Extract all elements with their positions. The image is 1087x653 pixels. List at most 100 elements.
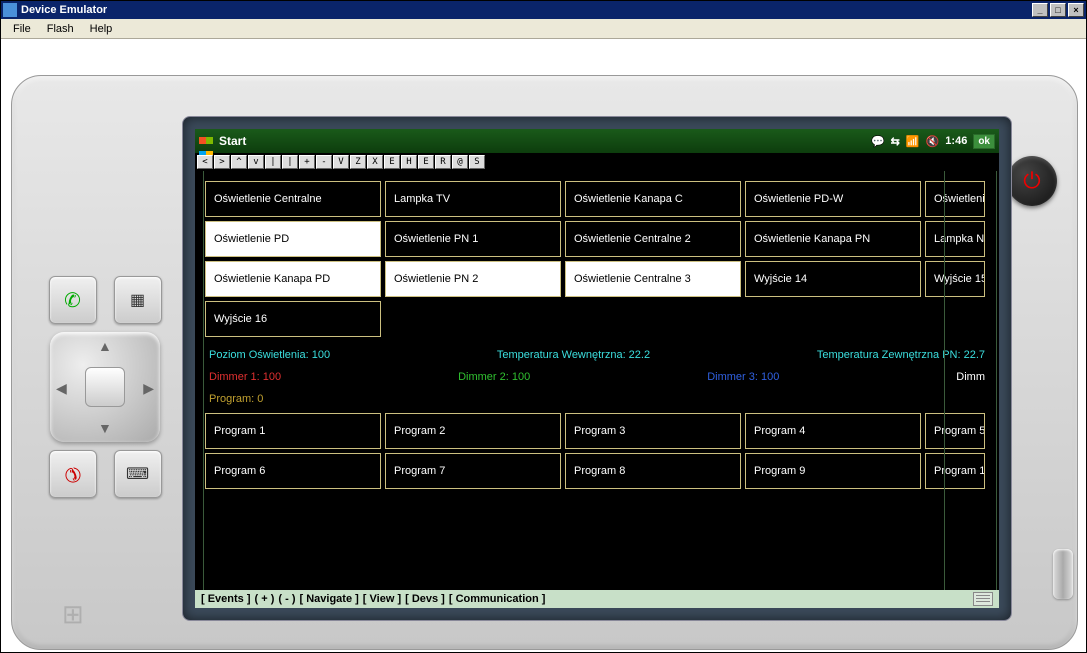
light-cell-4[interactable]: Oświetlenie	[925, 181, 985, 217]
toolbar-btn-12[interactable]: H	[401, 155, 417, 169]
toolbar-btn-13[interactable]: E	[418, 155, 434, 169]
sb-minus[interactable]: ( - )	[278, 593, 295, 605]
program-cell-4[interactable]: Program 5	[925, 413, 985, 449]
keypad-button[interactable]: ⌨	[114, 450, 162, 498]
program-cell-2[interactable]: Program 3	[565, 413, 741, 449]
power-button[interactable]: ⏻	[1007, 156, 1057, 206]
device-body: ✆ ▦ ▲ ▼ ◀ ▶ ✆ ⌨ ⊞ ⏻	[11, 75, 1078, 650]
toolbar-btn-6[interactable]: +	[299, 155, 315, 169]
toolbar-btn-7[interactable]: -	[316, 155, 332, 169]
maximize-button[interactable]: □	[1050, 3, 1066, 17]
toolbar-btn-9[interactable]: Z	[350, 155, 366, 169]
dpad-center[interactable]	[85, 367, 125, 407]
close-button[interactable]: ×	[1068, 3, 1084, 17]
dimmer-4-label: Dimm	[956, 371, 985, 383]
dpad-down-icon[interactable]: ▼	[98, 420, 112, 436]
light-cell-1[interactable]: Lampka TV	[385, 181, 561, 217]
sb-communication[interactable]: [ Communication ]	[449, 593, 546, 605]
toolbar-btn-11[interactable]: E	[384, 155, 400, 169]
dpad[interactable]: ▲ ▼ ◀ ▶	[50, 332, 160, 442]
light-cell-10[interactable]: Oświetlenie Kanapa PD	[205, 261, 381, 297]
sb-devs[interactable]: [ Devs ]	[405, 593, 445, 605]
phone-red-icon: ✆	[58, 459, 88, 489]
dimmer-3-label: Dimmer 3: 100	[707, 371, 779, 383]
device-screen: Start 💬 ⇆ 📶 🔇 1:46 ok <>^v||+-VZXEHER@S	[195, 129, 999, 608]
light-cell-11[interactable]: Oświetlenie PN 2	[385, 261, 561, 297]
chat-icon[interactable]: 💬	[871, 135, 885, 148]
keyboard-icon[interactable]	[973, 592, 993, 606]
sync-icon[interactable]: ⇆	[891, 135, 900, 148]
program-cell-7[interactable]: Program 8	[565, 453, 741, 489]
screen-bezel: Start 💬 ⇆ 📶 🔇 1:46 ok <>^v||+-VZXEHER@S	[182, 116, 1012, 621]
sb-plus[interactable]: ( + )	[255, 593, 275, 605]
dpad-up-icon[interactable]: ▲	[98, 338, 112, 354]
temp-out-label: Temperatura Zewnętrzna PN: 22.7	[817, 349, 985, 361]
program-cell-0[interactable]: Program 1	[205, 413, 381, 449]
dimmer-1-label: Dimmer 1: 100	[209, 371, 281, 383]
program-cell-5[interactable]: Program 6	[205, 453, 381, 489]
lights-grid: Oświetlenie CentralneLampka TVOświetleni…	[205, 181, 989, 337]
app-statusbar: [ Events ] ( + ) ( - ) [ Navigate ] [ Vi…	[195, 590, 999, 608]
minimize-button[interactable]: _	[1032, 3, 1048, 17]
app-toolbar: <>^v||+-VZXEHER@S	[195, 153, 999, 171]
sb-navigate[interactable]: [ Navigate ]	[300, 593, 359, 605]
light-cell-6[interactable]: Oświetlenie PN 1	[385, 221, 561, 257]
program-cell-6[interactable]: Program 7	[385, 453, 561, 489]
light-cell-0[interactable]: Oświetlenie Centralne	[205, 181, 381, 217]
light-cell-8[interactable]: Oświetlenie Kanapa PN	[745, 221, 921, 257]
toolbar-btn-5[interactable]: |	[282, 155, 298, 169]
dpad-right-icon[interactable]: ▶	[143, 380, 154, 397]
side-scroll-wheel[interactable]	[1053, 549, 1073, 599]
client-area: ✆ ▦ ▲ ▼ ◀ ▶ ✆ ⌨ ⊞ ⏻	[1, 39, 1086, 652]
light-cell-3[interactable]: Oświetlenie PD-W	[745, 181, 921, 217]
toolbar-btn-4[interactable]: |	[265, 155, 281, 169]
toolbar-btn-3[interactable]: v	[248, 155, 264, 169]
toolbar-btn-10[interactable]: X	[367, 155, 383, 169]
hardware-controls: ✆ ▦ ▲ ▼ ◀ ▶ ✆ ⌨	[40, 276, 170, 546]
dimmer-2-label: Dimmer 2: 100	[458, 371, 530, 383]
ok-button[interactable]: ok	[973, 134, 995, 149]
toolbar-btn-0[interactable]: <	[197, 155, 213, 169]
program-cell-3[interactable]: Program 4	[745, 413, 921, 449]
apps-button[interactable]: ▦	[114, 276, 162, 324]
start-label[interactable]: Start	[219, 134, 246, 148]
toolbar-btn-2[interactable]: ^	[231, 155, 247, 169]
light-cell-5[interactable]: Oświetlenie PD	[205, 221, 381, 257]
light-cell-2[interactable]: Oświetlenie Kanapa C	[565, 181, 741, 217]
titlebar: Device Emulator _ □ ×	[1, 1, 1086, 19]
app-content: Oświetlenie CentralneLampka TVOświetleni…	[195, 171, 999, 590]
menubar: File Flash Help	[1, 19, 1086, 39]
hangup-button[interactable]: ✆	[49, 450, 97, 498]
toolbar-btn-16[interactable]: S	[469, 155, 485, 169]
system-tray: 💬 ⇆ 📶 🔇 1:46 ok	[871, 134, 995, 149]
program-cell-9[interactable]: Program 10	[925, 453, 985, 489]
light-cell-9[interactable]: Lampka No	[925, 221, 985, 257]
light-cell-15[interactable]: Wyjście 16	[205, 301, 381, 337]
program-current-label: Program: 0	[195, 389, 999, 413]
light-cell-13[interactable]: Wyjście 14	[745, 261, 921, 297]
light-cell-7[interactable]: Oświetlenie Centralne 2	[565, 221, 741, 257]
light-level-label: Poziom Oświetlenia: 100	[209, 349, 330, 361]
sb-view[interactable]: [ View ]	[363, 593, 401, 605]
menu-help[interactable]: Help	[82, 21, 121, 37]
menu-file[interactable]: File	[5, 21, 39, 37]
sb-events[interactable]: [ Events ]	[201, 593, 251, 605]
wm-taskbar: Start 💬 ⇆ 📶 🔇 1:46 ok	[195, 129, 999, 153]
toolbar-btn-1[interactable]: >	[214, 155, 230, 169]
toolbar-btn-8[interactable]: V	[333, 155, 349, 169]
volume-icon[interactable]: 🔇	[926, 135, 940, 148]
program-cell-1[interactable]: Program 2	[385, 413, 561, 449]
light-cell-14[interactable]: Wyjście 15	[925, 261, 985, 297]
program-cell-8[interactable]: Program 9	[745, 453, 921, 489]
menu-flash[interactable]: Flash	[39, 21, 82, 37]
call-button[interactable]: ✆	[49, 276, 97, 324]
toolbar-btn-15[interactable]: @	[452, 155, 468, 169]
dimmer-row: Dimmer 1: 100 Dimmer 2: 100 Dimmer 3: 10…	[195, 365, 999, 389]
dpad-left-icon[interactable]: ◀	[56, 380, 67, 397]
toolbar-btn-14[interactable]: R	[435, 155, 451, 169]
start-flag-icon[interactable]	[199, 133, 215, 149]
light-cell-12[interactable]: Oświetlenie Centralne 3	[565, 261, 741, 297]
app-icon	[3, 3, 17, 17]
signal-icon[interactable]: 📶	[906, 135, 920, 148]
window-title: Device Emulator	[21, 4, 107, 16]
